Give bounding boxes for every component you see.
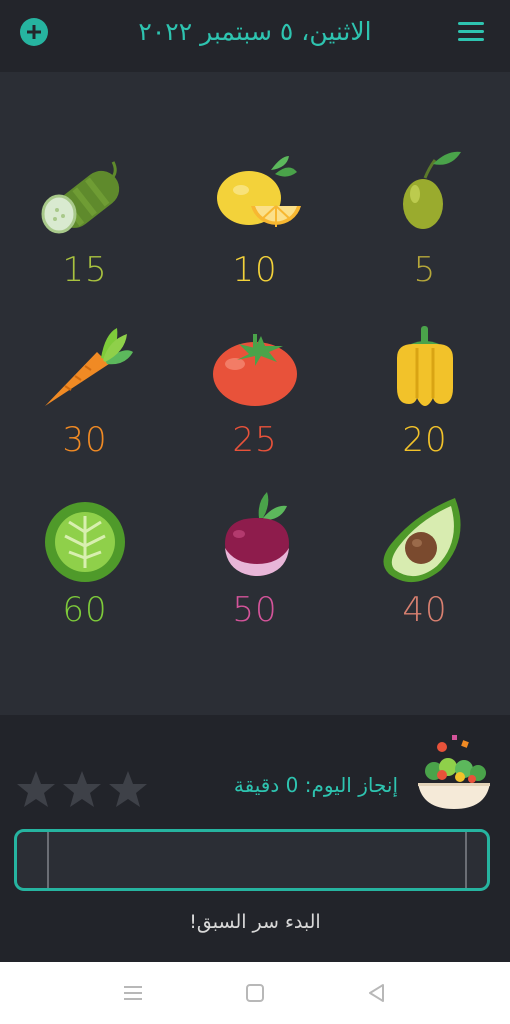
today-achievement-text: إنجاز اليوم: 0 دقيقة xyxy=(233,773,398,797)
veg-count: 5 xyxy=(413,250,437,290)
olive-icon xyxy=(403,151,461,229)
veg-cell-avocado[interactable]: 40 xyxy=(340,488,510,658)
veg-count: 50 xyxy=(232,590,278,630)
progress-end-tick xyxy=(465,832,467,888)
date-title: الاثنين، ٥ سبتمبر ٢٠٢٢ xyxy=(138,17,372,46)
star-icon xyxy=(108,770,148,808)
home-square-icon[interactable] xyxy=(242,980,268,1006)
veg-cell-carrot[interactable]: 30 xyxy=(0,318,170,488)
cabbage-icon xyxy=(45,502,125,582)
veg-count: 60 xyxy=(62,590,108,630)
progress-bar xyxy=(14,829,490,891)
veg-cell-olive[interactable]: 5 xyxy=(340,148,510,318)
top-bar: الاثنين، ٥ سبتمبر ٢٠٢٢ xyxy=(0,0,510,72)
avocado-icon xyxy=(383,498,461,583)
tomato-icon xyxy=(213,334,297,406)
salad-bowl-icon xyxy=(418,735,490,809)
carrot-icon xyxy=(45,328,133,406)
beet-icon xyxy=(225,492,289,576)
veg-cell-lemon[interactable]: 10 xyxy=(170,148,340,318)
system-nav-bar xyxy=(0,962,510,1024)
motivation-text: البدء سر السبق! xyxy=(189,911,321,933)
yellow-pepper-icon xyxy=(397,326,453,406)
app-root: الاثنين، ٥ سبتمبر ٢٠٢٢ 15 10 5 30 25 20 … xyxy=(0,0,510,1024)
lemon-icon xyxy=(217,156,301,227)
veg-cell-tomato[interactable]: 25 xyxy=(170,318,340,488)
veg-cell-beet[interactable]: 50 xyxy=(170,488,340,658)
veg-count: 15 xyxy=(62,250,108,290)
achievement-panel: إنجاز اليوم: 0 دقيقة البدء سر السبق! xyxy=(0,715,510,962)
veg-count: 30 xyxy=(62,420,108,460)
hamburger-menu-icon[interactable] xyxy=(458,22,484,42)
back-triangle-icon[interactable] xyxy=(364,980,390,1006)
veg-count: 25 xyxy=(232,420,278,460)
plus-icon xyxy=(27,25,41,39)
veg-count: 10 xyxy=(232,250,278,290)
rating-stars xyxy=(16,770,148,808)
veg-cell-yellow-pepper[interactable]: 20 xyxy=(340,318,510,488)
star-icon xyxy=(62,770,102,808)
vegetable-grid: 15 10 5 30 25 20 60 50 40 xyxy=(0,72,510,715)
star-icon xyxy=(16,770,56,808)
add-button[interactable] xyxy=(20,18,48,46)
veg-cell-cabbage[interactable]: 60 xyxy=(0,488,170,658)
progress-start-tick xyxy=(47,832,49,888)
cucumber-icon xyxy=(41,161,120,234)
veg-cell-cucumber[interactable]: 15 xyxy=(0,148,170,318)
veg-count: 40 xyxy=(402,590,448,630)
veg-count: 20 xyxy=(402,420,448,460)
recent-apps-icon[interactable] xyxy=(120,980,146,1006)
